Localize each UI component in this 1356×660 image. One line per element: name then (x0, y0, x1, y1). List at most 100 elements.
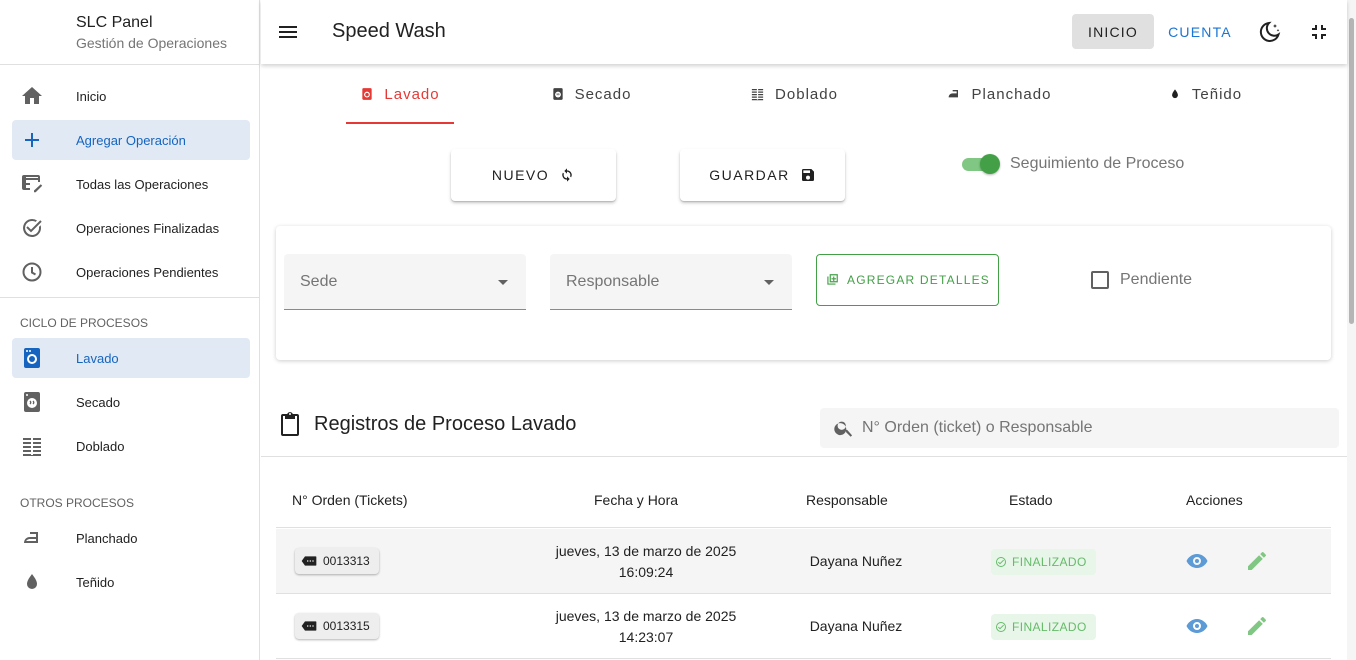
pendiente-checkbox[interactable]: Pendiente (1091, 271, 1192, 289)
page-title: Speed Wash (332, 20, 446, 42)
tab-label: Lavado (384, 85, 440, 103)
guardar-button[interactable]: GUARDAR (680, 149, 845, 201)
sidebar-item-label: Operaciones Finalizadas (76, 220, 220, 236)
sidebar-item-label: Operaciones Pendientes (76, 264, 219, 280)
sidebar-item-label: Lavado (76, 350, 119, 366)
drop-icon (1171, 89, 1178, 99)
edit-icon[interactable] (1245, 549, 1269, 573)
ticket-chip: 0013313 (295, 548, 379, 574)
ticket-chip: 0013315 (295, 613, 379, 639)
sidebar-item-lavado[interactable]: Lavado (12, 338, 250, 378)
date-cell: jueves, 13 de marzo de 2025 14:23:07 (546, 606, 746, 648)
plus-icon (25, 133, 39, 147)
date-text: jueves, 13 de marzo de 2025 (555, 543, 737, 559)
inicio-button[interactable]: INICIO (1072, 14, 1154, 49)
sidebar-item-label: Doblado (76, 438, 125, 454)
brand-title: SLC Panel (76, 14, 153, 31)
tab-doblado[interactable]: Doblado (739, 64, 849, 124)
view-icon[interactable] (1185, 549, 1209, 573)
section-title-ciclo: CICLO DE PROCESOS (20, 316, 149, 330)
dryer-icon (552, 88, 563, 100)
sidebar-item-label: Secado (76, 394, 121, 410)
tab-label: Planchado (971, 85, 1052, 103)
status-badge: FINALIZADO (991, 614, 1096, 640)
status-text: FINALIZADO (1012, 555, 1087, 569)
nuevo-label: NUEVO (491, 167, 550, 183)
toggle-thumb (980, 154, 1000, 174)
tab-tenido[interactable]: Teñido (1161, 64, 1249, 124)
responsable-cell: Dayana Nuñez (809, 618, 903, 634)
menu-icon[interactable] (277, 20, 299, 44)
sidebar-item-inicio[interactable]: Inicio (12, 76, 250, 116)
dark-mode-icon[interactable] (1258, 20, 1282, 44)
tab-lavado[interactable]: Lavado (346, 64, 454, 124)
guardar-label: GUARDAR (709, 167, 790, 183)
time-text: 14:23:07 (618, 629, 674, 645)
brand-subtitle: Gestión de Operaciones (76, 35, 227, 51)
records-divider (261, 456, 1347, 457)
agregar-detalles-button[interactable]: AGREGAR DETALLES (816, 254, 999, 306)
table-header: N° Orden (Tickets) Fecha y Hora Responsa… (276, 472, 1331, 528)
column-header-estado: Estado (1009, 492, 1053, 508)
tab-label: Doblado (775, 85, 838, 103)
search-input[interactable] (862, 408, 1322, 448)
iron-icon (24, 532, 38, 543)
sidebar-item-tenido[interactable]: Teñido (12, 562, 250, 602)
agregar-detalles-label: AGREGAR DETALLES (846, 273, 990, 287)
sidebar-item-label: Planchado (76, 530, 138, 546)
sidebar-item-operaciones-pendientes[interactable]: Operaciones Pendientes (12, 252, 250, 292)
iron-icon (948, 90, 958, 98)
records-search (820, 408, 1339, 448)
exit-fullscreen-icon[interactable] (1307, 20, 1331, 44)
save-icon (801, 169, 814, 181)
checkbox-box[interactable] (1091, 271, 1109, 289)
column-header-orden: N° Orden (Tickets) (292, 492, 408, 508)
cuenta-button[interactable]: CUENTA (1160, 14, 1240, 49)
refresh-icon (562, 168, 572, 182)
date-cell: jueves, 13 de marzo de 2025 16:09:24 (546, 541, 746, 583)
responsable-select[interactable]: Responsable (550, 254, 792, 310)
check-circle-icon (23, 218, 42, 237)
sidebar-item-label: Inicio (76, 88, 107, 104)
table-edit-icon (22, 175, 43, 193)
sidebar-item-agregar-operacion[interactable]: Agregar Operación (12, 120, 250, 160)
column-header-responsable: Responsable (806, 492, 888, 508)
sidebar-item-secado[interactable]: Secado (12, 382, 250, 422)
sidebar-item-label: Agregar Operación (76, 132, 186, 148)
nuevo-button[interactable]: NUEVO (451, 149, 616, 201)
seguimiento-label: Seguimiento de Proceso (1010, 155, 1185, 172)
search-icon (834, 421, 853, 437)
column-header-fecha: Fecha y Hora (594, 492, 679, 508)
view-icon[interactable] (1185, 614, 1209, 638)
fold-icon (751, 88, 764, 101)
sede-select[interactable]: Sede (284, 254, 526, 310)
sidebar: SLC Panel Gestión de Operaciones Inicio … (0, 0, 260, 660)
clipboard-icon (281, 412, 299, 436)
page-scrollbar[interactable] (1347, 0, 1356, 660)
clock-icon (22, 262, 42, 282)
responsable-cell: Dayana Nuñez (809, 553, 903, 569)
ticket-number: 0013315 (323, 619, 370, 633)
sidebar-item-operaciones-finalizadas[interactable]: Operaciones Finalizadas (12, 208, 250, 248)
sidebar-item-planchado[interactable]: Planchado (12, 518, 250, 558)
scrollbar-thumb[interactable] (1349, 18, 1354, 324)
pendiente-label: Pendiente (1120, 271, 1193, 288)
chevron-down-icon (498, 280, 508, 285)
sidebar-item-todas-operaciones[interactable]: Todas las Operaciones (12, 164, 250, 204)
ticket-number: 0013313 (323, 554, 370, 568)
seguimiento-toggle[interactable] (962, 153, 1000, 175)
tab-label: Secado (574, 85, 632, 103)
sidebar-item-doblado[interactable]: Doblado (12, 426, 250, 466)
tab-secado[interactable]: Secado (541, 64, 641, 124)
table-row: 0013315 jueves, 13 de marzo de 2025 14:2… (276, 594, 1331, 659)
sidebar-item-label: Teñido (76, 574, 115, 590)
tab-planchado[interactable]: Planchado (941, 64, 1056, 124)
table-row: 0013313 jueves, 13 de marzo de 2025 16:0… (276, 529, 1331, 594)
washing-machine-icon (362, 88, 373, 100)
ticket-icon (301, 556, 317, 566)
edit-icon[interactable] (1245, 614, 1269, 638)
time-text: 16:09:24 (618, 564, 674, 580)
sidebar-item-label: Todas las Operaciones (76, 176, 209, 192)
add-box-icon (827, 274, 838, 285)
date-text: jueves, 13 de marzo de 2025 (555, 608, 737, 624)
